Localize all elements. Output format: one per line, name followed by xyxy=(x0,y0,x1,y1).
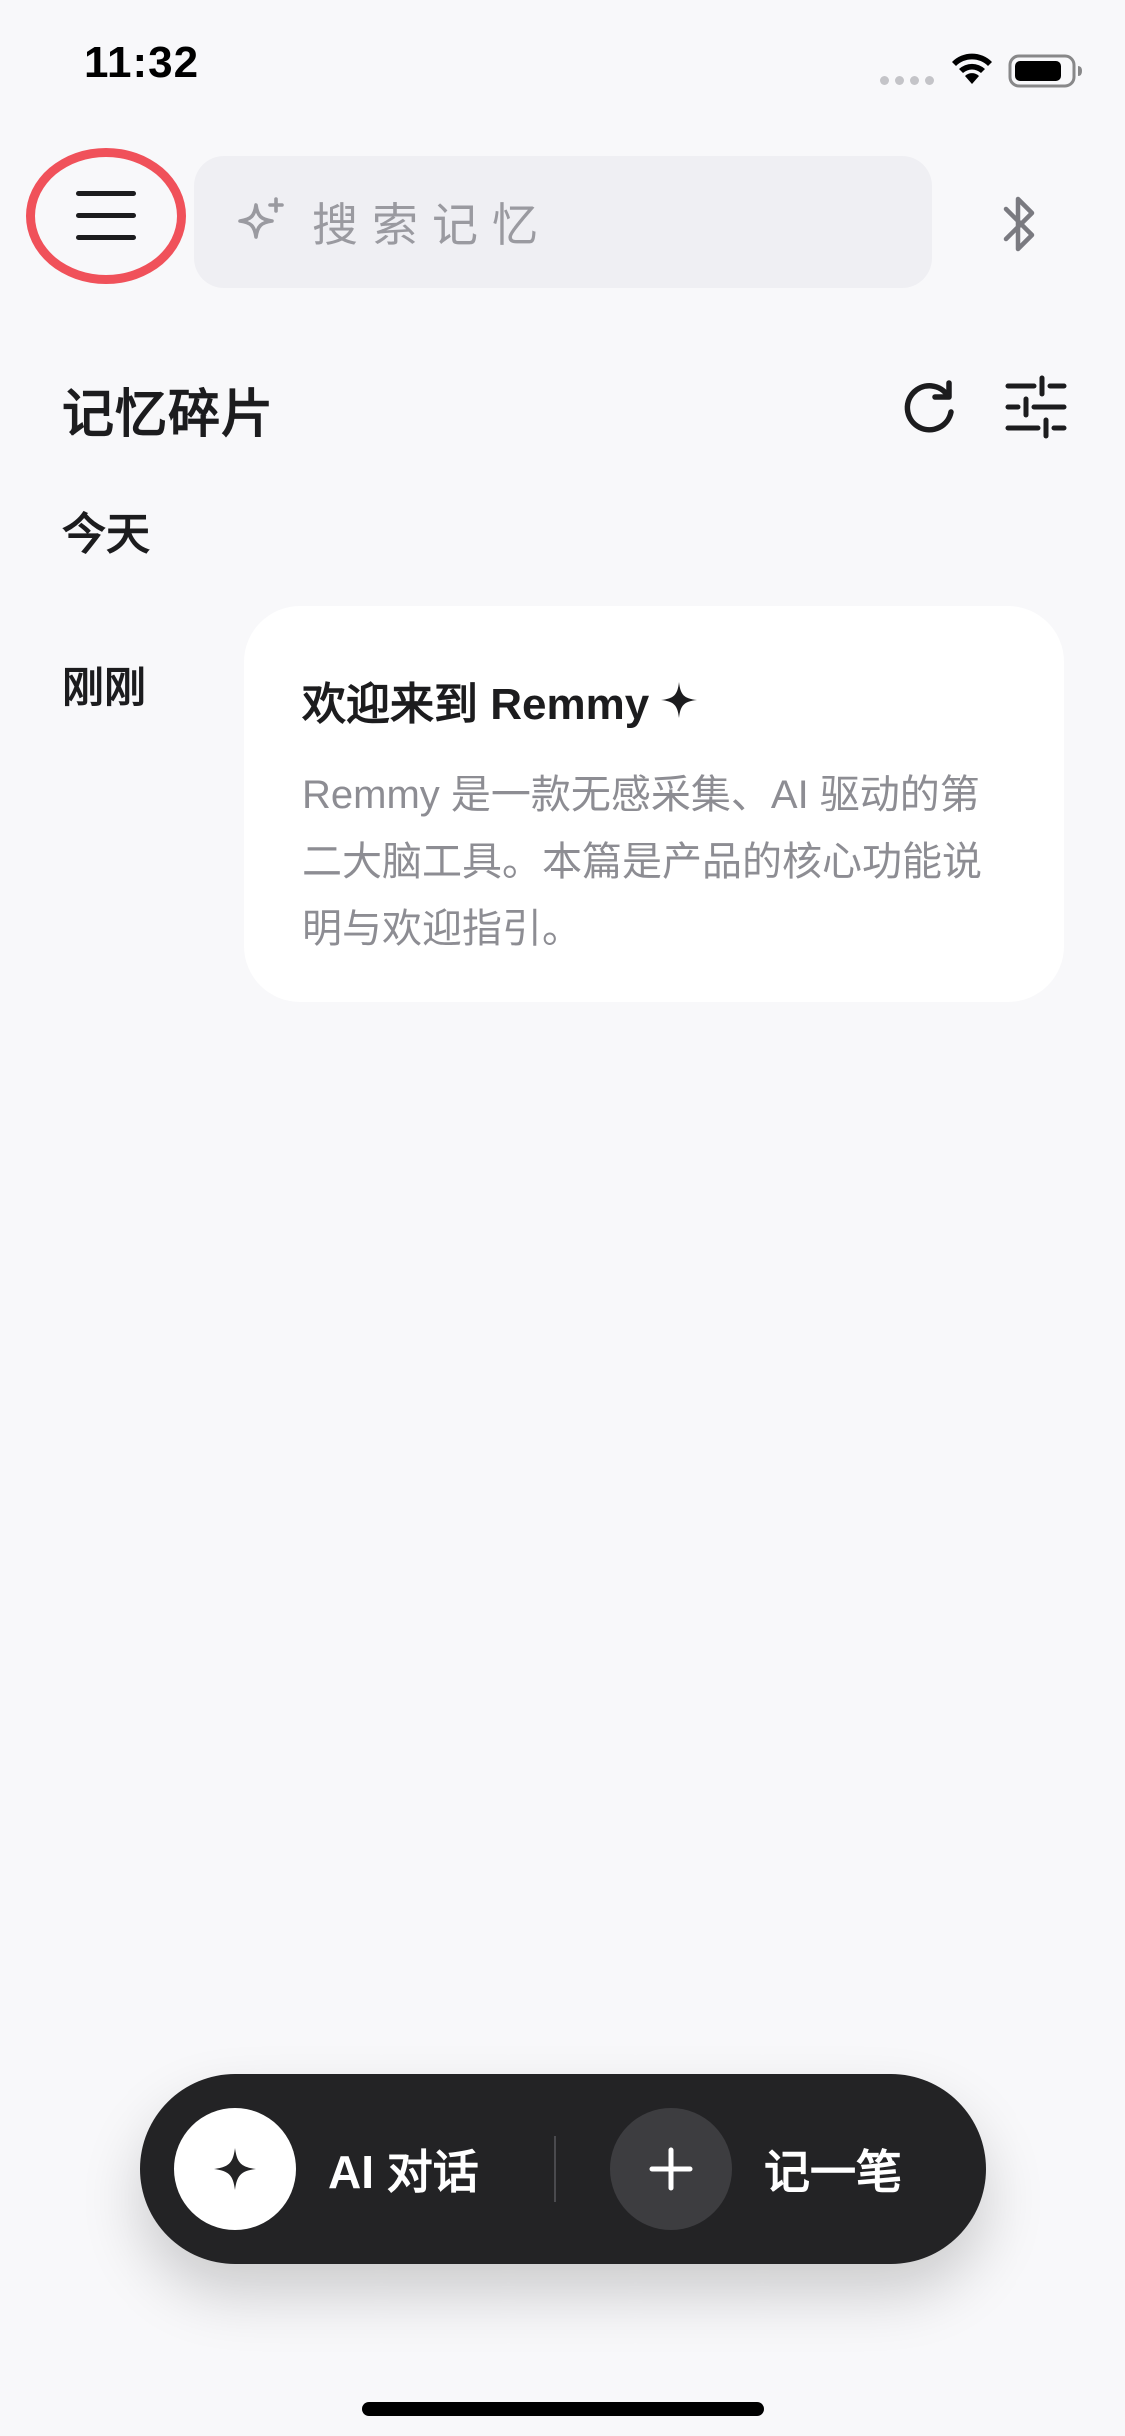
sparkle-icon xyxy=(661,682,698,718)
wifi-icon xyxy=(952,53,992,84)
sparkle-icon xyxy=(214,2148,256,2190)
memory-card[interactable]: 欢迎来到 Remmy Remmy 是一款无感采集、AI 驱动的第二大脑工具。本篇… xyxy=(244,606,1064,1002)
search-bar[interactable]: 搜索记忆 xyxy=(194,156,932,288)
plus-icon-circle xyxy=(610,2108,732,2230)
home-indicator[interactable] xyxy=(362,2402,764,2416)
day-label: 今天 xyxy=(62,510,150,559)
add-note-label: 记一笔 xyxy=(764,2146,902,2198)
memory-card-title-text: 欢迎来到 Remmy xyxy=(302,680,650,729)
action-bar: AI 对话 记一笔 xyxy=(140,2074,986,2264)
ai-chat-label: AI 对话 xyxy=(328,2146,479,2198)
memory-card-body: Remmy 是一款无感采集、AI 驱动的第二大脑工具。本篇是产品的核心功能说明与… xyxy=(302,773,982,951)
bluetooth-icon xyxy=(1003,196,1035,252)
action-bar-divider xyxy=(554,2136,556,2202)
refresh-icon[interactable] xyxy=(896,376,962,442)
memory-time-label: 刚刚 xyxy=(62,664,147,711)
bluetooth-button[interactable] xyxy=(984,180,1056,268)
menu-icon xyxy=(76,191,136,241)
ai-chat-button[interactable]: AI 对话 xyxy=(174,2108,479,2230)
search-placeholder: 搜索记忆 xyxy=(312,199,552,251)
add-note-button[interactable]: 记一笔 xyxy=(610,2108,902,2230)
battery-icon xyxy=(1008,54,1082,88)
section-title: 记忆碎片 xyxy=(62,386,275,444)
filter-icon[interactable] xyxy=(1004,372,1068,442)
status-time: 11:32 xyxy=(84,38,200,87)
memory-card-title: 欢迎来到 Remmy xyxy=(302,668,1004,732)
plus-icon xyxy=(649,2147,693,2191)
menu-button[interactable] xyxy=(26,148,186,284)
ai-chat-icon-circle xyxy=(174,2108,296,2230)
cellular-signal-icon xyxy=(880,76,934,85)
sparkle-search-icon xyxy=(238,197,284,239)
status-bar: 11:32 xyxy=(0,0,1125,140)
